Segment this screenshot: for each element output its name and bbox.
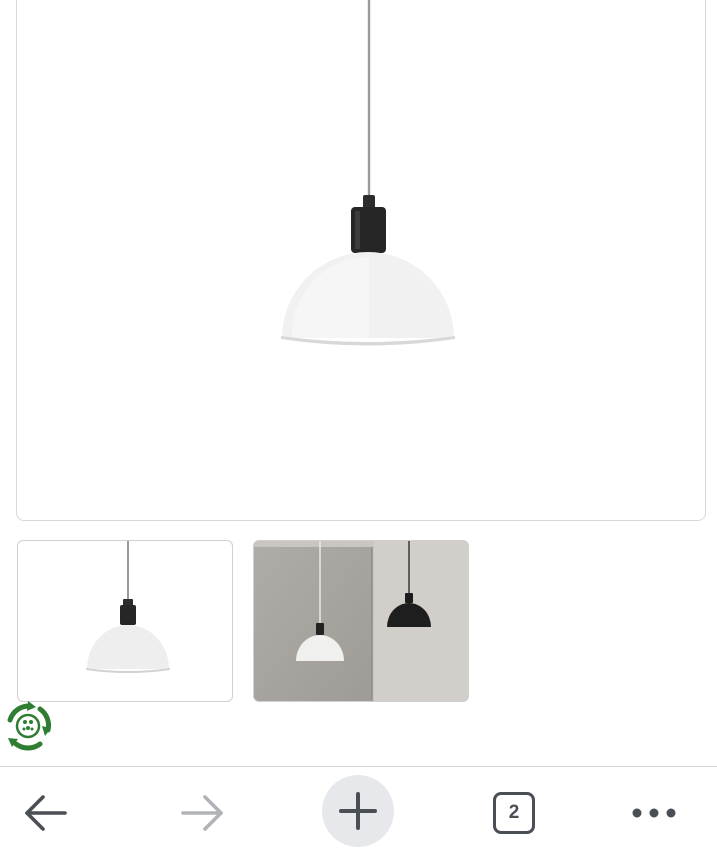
more-dots-icon: [632, 808, 676, 818]
tab-switcher-button[interactable]: 2: [482, 781, 546, 845]
main-product-image[interactable]: [16, 0, 706, 521]
forward-button[interactable]: [170, 781, 234, 845]
forward-arrow-icon: [181, 795, 223, 831]
recycle-circle-icon: [7, 701, 51, 751]
back-button[interactable]: [14, 781, 78, 845]
product-page: 2: [0, 0, 717, 855]
pendant-lamp-thumbnail: [86, 541, 170, 673]
tab-count: 2: [493, 792, 535, 834]
accessibility-badge-icon[interactable]: [0, 698, 56, 754]
thumbnail-white-pendant[interactable]: [17, 540, 233, 702]
pendant-lamp-image: [281, 0, 455, 346]
thumbnail-room-pendants[interactable]: [253, 540, 469, 702]
more-menu-button[interactable]: [622, 781, 686, 845]
plus-icon: [339, 792, 377, 830]
browser-toolbar: 2: [0, 766, 717, 855]
new-tab-button[interactable]: [322, 775, 394, 847]
room-scene-thumbnail: [254, 541, 468, 701]
back-arrow-icon: [25, 795, 67, 831]
